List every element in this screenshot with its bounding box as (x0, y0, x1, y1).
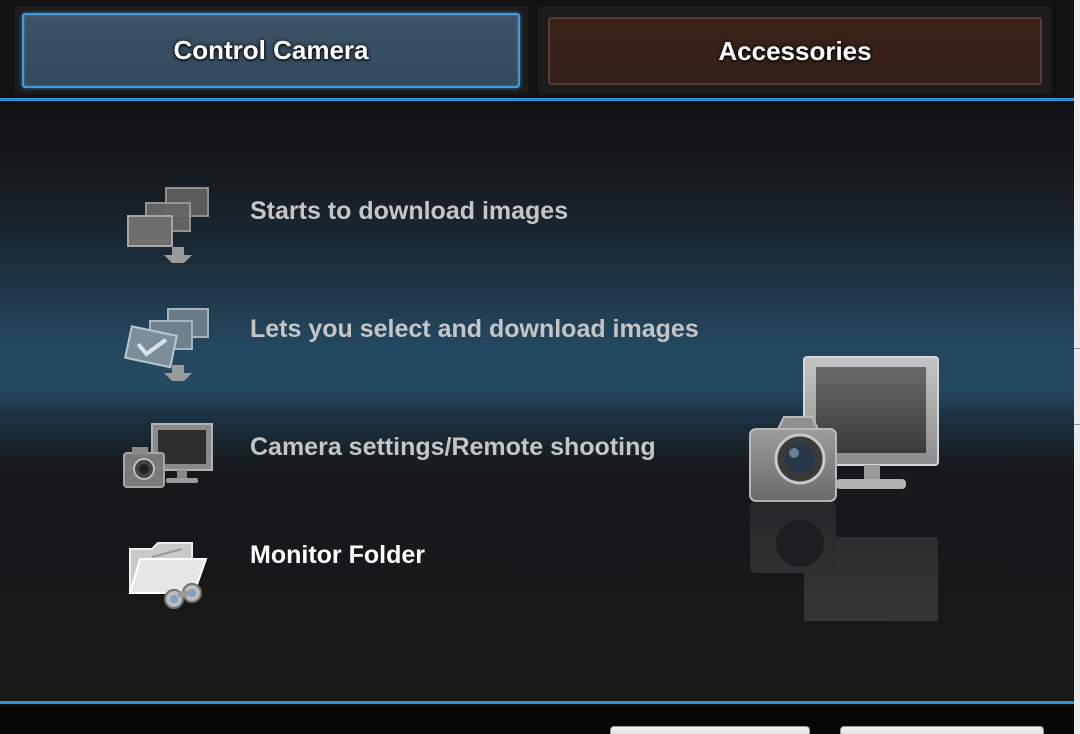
main-panel: Starts to download images Lets you selec… (0, 98, 1074, 704)
tab-bar: Control Camera Accessories (0, 0, 1074, 100)
menu-item-label: Lets you select and download images (250, 315, 699, 343)
footer-button[interactable] (840, 726, 1044, 734)
download-images-icon (127, 187, 209, 263)
menu-item-download-images[interactable]: Starts to download images (0, 171, 800, 271)
footer-bar (0, 706, 1074, 734)
edge-mark (1074, 424, 1080, 425)
window-edge (1074, 0, 1080, 734)
tab-label: Accessories (718, 35, 872, 66)
app-window: Control Camera Accessories Starts to dow… (0, 0, 1080, 734)
menu-item-label: Starts to download images (250, 197, 569, 225)
camera-computer-icon (123, 423, 213, 488)
camera-computer-illustration (749, 356, 939, 621)
monitor-folder-icon (128, 542, 208, 609)
menu-item-monitor-folder[interactable]: Monitor Folder (0, 519, 800, 619)
footer-button[interactable] (610, 726, 810, 734)
edge-mark (1074, 348, 1080, 349)
menu-item-label: Monitor Folder (250, 541, 425, 569)
tab-control-camera[interactable]: Control Camera (22, 13, 520, 88)
select-download-icon (124, 308, 209, 381)
menu-item-label: Camera settings/Remote shooting (250, 433, 656, 461)
tab-accessories[interactable]: Accessories (548, 17, 1042, 85)
tab-label: Control Camera (173, 35, 369, 65)
menu-item-camera-settings[interactable]: Camera settings/Remote shooting (0, 407, 800, 507)
menu-item-select-download[interactable]: Lets you select and download images (0, 289, 800, 389)
